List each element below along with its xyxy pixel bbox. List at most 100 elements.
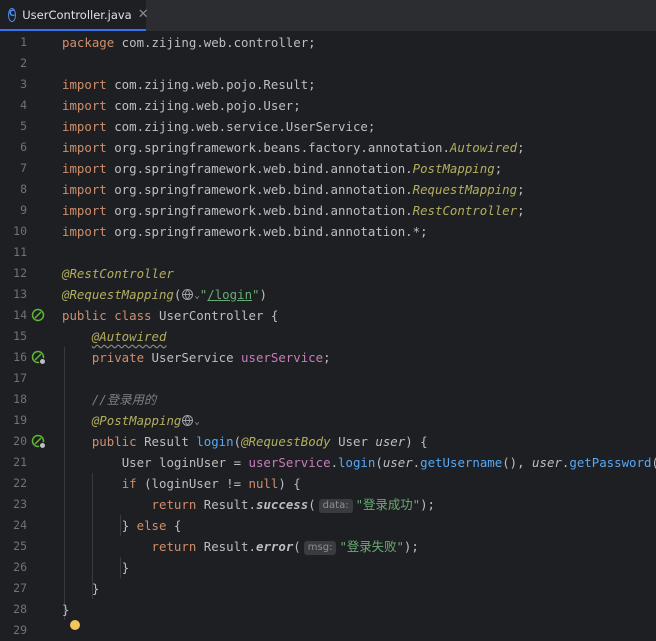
code-text: } (62, 557, 129, 578)
code-token: org.springframework.web.bind.annotation. (106, 203, 413, 218)
line-number: 20 (13, 434, 27, 448)
line-number: 19 (13, 413, 27, 427)
close-icon[interactable]: ✕ (138, 7, 149, 22)
code-text: import org.springframework.web.bind.anno… (62, 158, 502, 179)
code-line[interactable]: 14 public class UserController { (0, 305, 656, 326)
web-endpoint-icon[interactable] (31, 434, 46, 449)
web-endpoint-icon[interactable] (182, 289, 194, 300)
code-text: @RestController (62, 263, 174, 284)
code-token: ) { (278, 476, 301, 491)
code-text: import org.springframework.web.bind.anno… (62, 179, 525, 200)
code-line[interactable]: 18 //登录用的 (0, 389, 656, 410)
code-token: package (62, 35, 115, 50)
code-token: ( (173, 287, 182, 302)
code-line[interactable]: 6 import org.springframework.beans.factor… (0, 137, 656, 158)
code-line[interactable]: 26 } (0, 557, 656, 578)
code-line[interactable]: 16 private UserService userService; (0, 347, 656, 368)
code-token: User (330, 434, 376, 449)
tab-filename: UserController.java (22, 7, 132, 22)
code-line[interactable]: 7 import org.springframework.web.bind.ann… (0, 158, 656, 179)
code-token: (loginUser != (136, 476, 249, 491)
code-token: login (338, 455, 376, 470)
line-number: 8 (20, 182, 27, 196)
code-token: ; (494, 161, 503, 176)
bean-icon[interactable] (31, 308, 46, 323)
line-number: 24 (13, 518, 27, 532)
code-token: ); (403, 539, 419, 554)
code-token: UserController { (151, 308, 279, 323)
code-line[interactable]: 11 (0, 242, 656, 263)
code-text: } (62, 578, 99, 599)
chevron-down-icon[interactable]: ⌄ (194, 417, 199, 427)
code-line[interactable]: 9 import org.springframework.web.bind.ann… (0, 200, 656, 221)
code-line[interactable]: 1 package com.zijing.web.controller; (0, 32, 656, 53)
code-line[interactable]: 3 import com.zijing.web.pojo.Result; (0, 74, 656, 95)
code-text: User loginUser = userService.login(user.… (62, 452, 656, 473)
code-text: import com.zijing.web.pojo.User; (62, 95, 301, 116)
code-line[interactable]: 29 (0, 620, 656, 641)
code-text: @PostMapping ⌄ (62, 410, 200, 433)
code-token: org.springframework.web.bind.annotation. (106, 182, 413, 197)
code-token: @RequestMapping (62, 287, 174, 302)
line-number: 13 (13, 287, 27, 301)
code-token: import (62, 203, 107, 218)
code-editor[interactable]: 1 package com.zijing.web.controller; 2 3 imp… (0, 32, 656, 637)
line-number: 25 (13, 539, 27, 553)
code-token: user (375, 434, 406, 449)
code-line[interactable]: 21 User loginUser = userService.login(us… (0, 452, 656, 473)
code-token: org.springframework.web.bind.annotation.… (106, 224, 428, 239)
web-endpoint-icon[interactable] (182, 415, 194, 426)
code-line[interactable]: 4 import com.zijing.web.pojo.User; (0, 95, 656, 116)
code-text: public class UserController { (62, 305, 278, 326)
line-number: 16 (13, 350, 27, 364)
code-token: import (62, 98, 107, 113)
autowired-bean-icon[interactable] (31, 350, 46, 365)
code-text: import org.springframework.web.bind.anno… (62, 200, 525, 221)
code-token: PostMapping (412, 161, 495, 176)
code-text: import org.springframework.web.bind.anno… (62, 221, 428, 242)
url-path-link[interactable]: /login (207, 287, 252, 302)
code-line[interactable]: 8 import org.springframework.web.bind.ann… (0, 179, 656, 200)
code-token: ( (233, 434, 242, 449)
code-line[interactable]: 12 @RestController (0, 263, 656, 284)
code-line[interactable]: 13 @RequestMapping(⌄"/login") (0, 284, 656, 305)
code-token: User loginUser = (121, 455, 249, 470)
code-text: import org.springframework.beans.factory… (62, 137, 525, 158)
code-text: @RequestMapping(⌄"/login") (62, 284, 267, 307)
line-number: 18 (13, 392, 27, 406)
code-line[interactable]: 15 @Autowired (0, 326, 656, 347)
code-line[interactable]: 23 return Result.success(data: "登录成功"); (0, 494, 656, 515)
code-token: private (91, 350, 145, 365)
code-text: import com.zijing.web.pojo.Result; (62, 74, 316, 95)
line-number: 7 (20, 161, 27, 175)
code-line[interactable]: 17 (0, 368, 656, 389)
parameter-hint: msg: (303, 541, 337, 555)
line-number: 26 (13, 560, 27, 574)
line-number: 14 (13, 308, 27, 322)
code-line[interactable]: 24 } else { (0, 515, 656, 536)
line-number: 9 (20, 203, 27, 217)
code-token: RestController (412, 203, 518, 218)
code-line[interactable]: 2 (0, 53, 656, 74)
code-token: import (62, 140, 107, 155)
code-line[interactable]: 10 import org.springframework.web.bind.an… (0, 221, 656, 242)
code-line[interactable]: 20 public Result login(@RequestBody User… (0, 431, 656, 452)
code-token: success (255, 497, 309, 512)
code-text: return Result.success(data: "登录成功"); (62, 494, 435, 515)
code-line[interactable]: 22 if (loginUser != null) { (0, 473, 656, 494)
line-number: 6 (20, 140, 27, 154)
code-line[interactable]: 19 @PostMapping ⌄ (0, 410, 656, 431)
code-line[interactable]: 27 } (0, 578, 656, 599)
code-text: package com.zijing.web.controller; (62, 32, 316, 53)
code-token: org.springframework.beans.factory.annota… (106, 140, 450, 155)
code-line[interactable]: 5 import com.zijing.web.service.UserServi… (0, 116, 656, 137)
code-text: //登录用的 (62, 389, 156, 410)
code-token: if (121, 476, 137, 491)
code-line[interactable]: 28} (0, 599, 656, 620)
code-token: @Autowired (91, 329, 167, 344)
code-token: else (136, 518, 167, 533)
code-line[interactable]: 25 return Result.error(msg: "登录失败"); (0, 536, 656, 557)
code-token: import (62, 119, 107, 134)
tab-user-controller[interactable]: C UserController.java ✕ (0, 0, 149, 31)
line-number: 15 (13, 329, 27, 343)
